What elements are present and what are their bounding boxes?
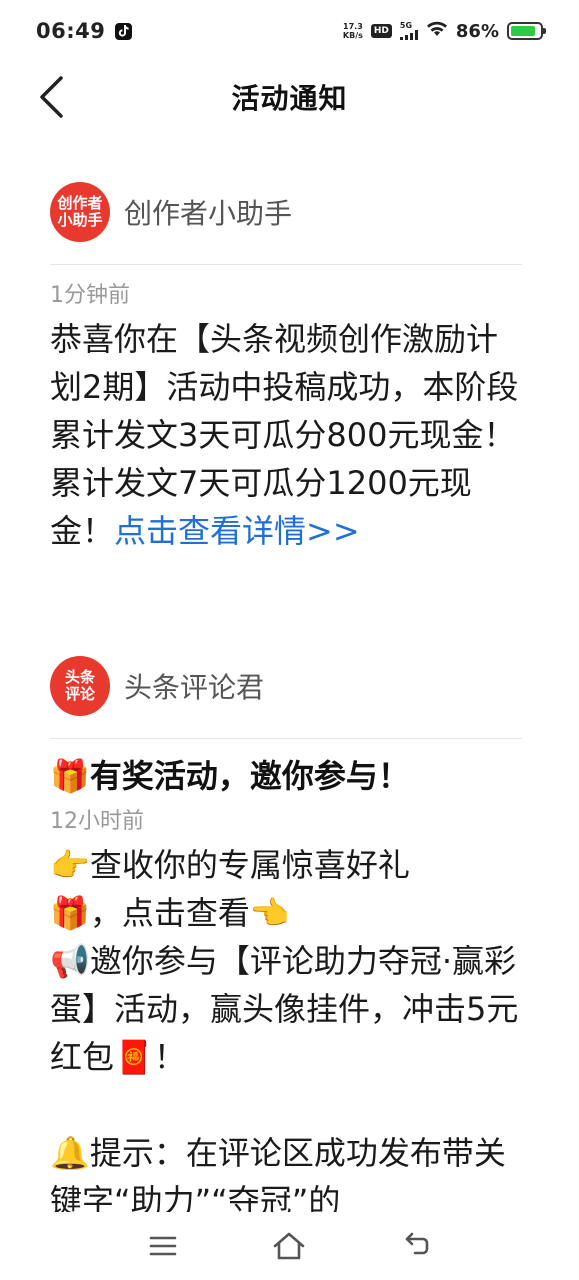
battery-percent: 86% (455, 20, 499, 42)
message-title: 🎁有奖活动，邀你参与！ (50, 753, 522, 799)
battery-level (511, 26, 536, 36)
gift-icon: 🎁 (50, 894, 90, 932)
network-type: 5G (399, 21, 413, 30)
battery-cap (543, 28, 546, 34)
pointing-right-icon: 👉 (50, 846, 90, 884)
message-line-text: 查收你的专属惊喜好礼 (89, 846, 410, 884)
avatar-text-line2: 小助手 (57, 211, 103, 229)
status-right: 17.3 KB/s HD 5G 86% (343, 20, 546, 42)
screen: 06:49 17.3 KB/s HD 5G 86% 活动通知 创作者 小助手 创… (0, 0, 579, 1280)
gift-icon: 🎁 (50, 757, 90, 795)
wifi-icon (426, 21, 448, 41)
menu-button[interactable] (141, 1224, 185, 1268)
timestamp: 1分钟前 (50, 283, 130, 308)
details-link[interactable]: 点击查看详情>> (114, 512, 360, 550)
clock: 06:49 (36, 19, 106, 43)
message-line-text[interactable]: ，点击查看 (90, 894, 250, 932)
avatar-text-line2: 评论 (64, 685, 95, 703)
message-line: 👉查收你的专属惊喜好礼 (50, 841, 522, 889)
signal-bars-icon (399, 30, 418, 40)
home-button[interactable] (267, 1224, 311, 1268)
sender-name[interactable]: 创作者小助手 (124, 192, 292, 232)
network-speed-unit: KB/s (342, 31, 363, 40)
back-button[interactable] (26, 70, 76, 124)
page-title: 活动通知 (231, 82, 348, 115)
message-line: 🎁，点击查看👈 (50, 889, 522, 937)
sender-name[interactable]: 头条评论君 (124, 666, 264, 706)
divider (50, 738, 522, 739)
message-line-end: ！ (153, 1038, 186, 1076)
megaphone-icon: 📢 (50, 942, 90, 980)
avatar-text-line1: 创作者 (57, 194, 103, 212)
home-icon (274, 1232, 305, 1260)
hd-badge: HD (370, 24, 392, 38)
message-line: 🔔提示：在评论区成功发布带关键字“助力”“夺冠”的 (50, 1129, 522, 1225)
message-body: 👉查收你的专属惊喜好礼 🎁，点击查看👈 📢邀你参与【评论助力夺冠·赢彩蛋】活动，… (50, 841, 522, 1225)
divider (50, 264, 522, 265)
tip-text: 提示：在评论区成功发布带关键字“助力”“夺冠”的 (50, 1134, 506, 1220)
sender-row: 创作者 小助手 创作者小助手 (50, 182, 522, 242)
header: 活动通知 (0, 62, 579, 132)
chevron-left-icon (40, 76, 63, 118)
tiktok-icon (115, 22, 133, 40)
back-nav-button[interactable] (394, 1224, 438, 1268)
menu-icon (149, 1236, 177, 1256)
battery-icon (507, 22, 546, 40)
signal-5g-icon: 5G (399, 21, 418, 40)
message-body: 恭喜你在【头条视频创作激励计划2期】活动中投稿成功，本阶段累计发文3天可瓜分80… (50, 315, 522, 555)
notification-card[interactable]: 头条 评论 头条评论君 🎁有奖活动，邀你参与！ 12小时前 👉查收你的专属惊喜好… (50, 656, 522, 1225)
pointing-left-icon: 👈 (249, 894, 290, 932)
system-nav-bar (0, 1212, 579, 1280)
message-title-text: 有奖活动，邀你参与！ (89, 757, 410, 795)
message-line: 📢邀你参与【评论助力夺冠·赢彩蛋】活动，赢头像挂件，冲击5元红包🧧！ (50, 937, 522, 1081)
avatar-text-line1: 头条 (64, 668, 95, 686)
red-envelope-icon: 🧧 (114, 1038, 154, 1076)
avatar[interactable]: 头条 评论 (50, 656, 110, 716)
timestamp: 12小时前 (50, 809, 144, 834)
status-bar: 06:49 17.3 KB/s HD 5G 86% (0, 0, 579, 62)
avatar[interactable]: 创作者 小助手 (50, 182, 110, 242)
sender-row: 头条 评论 头条评论君 (50, 656, 522, 716)
network-speed: 17.3 KB/s (343, 22, 363, 40)
network-speed-value: 17.3 (343, 22, 363, 31)
back-icon (405, 1232, 429, 1255)
notification-card[interactable]: 创作者 小助手 创作者小助手 1分钟前 恭喜你在【头条视频创作激励计划2期】活动… (50, 182, 522, 555)
status-left: 06:49 (36, 19, 133, 43)
bell-icon: 🔔 (50, 1134, 90, 1172)
